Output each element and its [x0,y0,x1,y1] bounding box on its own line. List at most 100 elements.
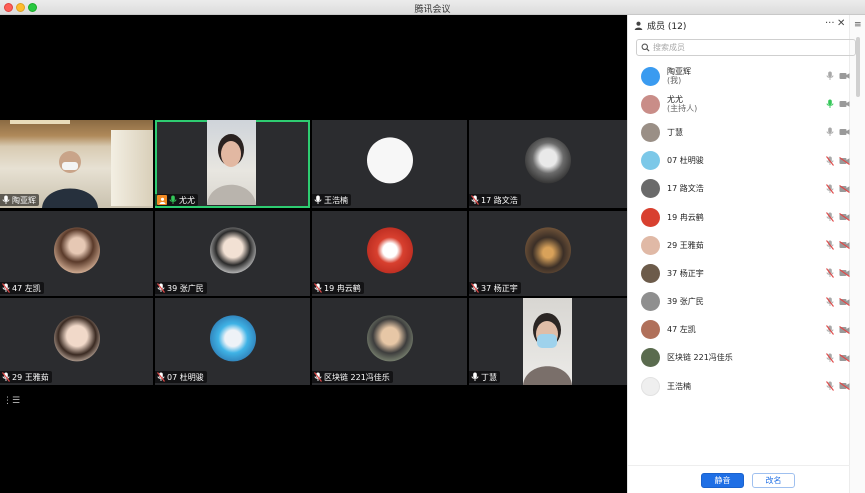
menu-icon[interactable]: ≡ [854,20,862,30]
tile-name-label: 19 冉云鹤 [312,282,364,294]
microphone-icon[interactable] [826,324,834,338]
more-options-icon[interactable]: ··· [825,18,835,29]
member-list-item[interactable]: 尤尤 (主持人) [628,90,850,118]
camera-icon[interactable] [839,72,850,83]
video-tile[interactable]: 19 冉云鹤 [312,211,467,296]
member-list-item[interactable]: 37 杨正宇 [628,259,850,287]
avatar [641,376,660,396]
member-list-item[interactable]: 区块链 221冯佳乐 [628,344,850,372]
microphone-icon [314,372,322,382]
member-list-item[interactable]: 19 冉云鹤 [628,203,850,231]
avatar [641,66,660,86]
microphone-icon [2,195,10,205]
member-list-item[interactable]: 王浩楠 [628,372,850,400]
microphone-icon[interactable] [826,155,834,169]
member-search[interactable] [636,39,856,56]
camera-icon[interactable] [839,128,850,139]
camera-icon[interactable] [839,297,850,309]
participant-avatar [366,314,413,361]
participant-name: 区块链 221冯佳乐 [324,372,390,382]
member-list-item[interactable]: 丁慧 [628,118,850,146]
avatar [641,320,660,340]
participant-name: 尤尤 [179,195,195,205]
member-name: 37 杨正宇 [667,268,704,278]
panel-title: 成员 (12) [647,21,687,32]
video-tile[interactable]: 丁慧 [469,298,627,385]
avatar [641,292,660,312]
layout-menu-icon[interactable]: ⋮☰ [3,396,20,406]
microphone-icon[interactable] [826,127,834,140]
microphone-icon[interactable] [826,71,834,84]
video-tile[interactable]: 39 张广民 [155,211,310,296]
camera-icon[interactable] [839,184,850,196]
member-name: 丁慧 [667,127,683,137]
video-tile[interactable]: 区块链 221冯佳乐 [312,298,467,385]
member-name: 王浩楠 [667,381,691,391]
participant-name: 19 冉云鹤 [324,283,361,293]
search-input[interactable] [653,43,843,52]
title-bar: 腾讯会议 [0,0,865,15]
member-list-item[interactable]: 29 王雅茹 [628,231,850,259]
participant-avatar [525,137,571,184]
participant-name: 17 路文浩 [481,195,518,205]
close-panel-icon[interactable]: ✕ [837,18,845,29]
camera-icon[interactable] [839,382,850,393]
microphone-icon[interactable] [826,353,834,366]
scrollbar[interactable] [856,37,860,97]
participant-name: 王浩楠 [324,195,348,205]
member-list-item[interactable]: 17 路文浩 [628,175,850,203]
member-list-item[interactable]: 陶亚辉 (我) [628,62,850,90]
member-list-item[interactable]: 07 杜明骏 [628,147,850,175]
microphone-icon [471,372,479,382]
video-tile[interactable]: 37 杨正宇 [469,211,627,296]
video-tile[interactable]: 陶亚辉 [0,120,153,208]
member-name: 19 冉云鹤 [667,212,704,222]
rename-button[interactable]: 改名 [752,473,795,488]
member-name: 07 杜明骏 [667,156,704,166]
video-tile[interactable]: 17 路文浩 [469,120,627,208]
member-name: 29 王雅茹 [667,240,704,250]
microphone-icon[interactable] [826,183,834,197]
camera-icon[interactable] [839,212,850,224]
participant-avatar [366,137,413,184]
participant-avatar [525,226,571,273]
video-tile[interactable]: 07 杜明骏 [155,298,310,385]
member-list-item[interactable]: 47 左凯 [628,316,850,344]
avatar [641,263,660,283]
tile-name-label: 07 杜明骏 [155,371,207,383]
microphone-icon[interactable] [826,99,834,112]
window-title: 腾讯会议 [414,5,451,15]
video-tile[interactable]: 尤尤 [155,120,310,208]
camera-icon[interactable] [839,100,850,111]
participant-video [42,151,98,208]
microphone-icon[interactable] [826,381,834,394]
video-tile[interactable]: 29 王雅茹 [0,298,153,385]
member-name: 47 左凯 [667,325,696,335]
mute-all-button[interactable]: 静音 [701,473,744,488]
tile-name-label: 王浩楠 [312,194,351,206]
tile-name-label: 17 路文浩 [469,194,521,206]
avatar [641,235,660,255]
video-grid: 陶亚辉 尤尤 王浩楠 17 路文浩 47 左凯 39 张广民 19 冉云鹤 37 杨正宇 29 … [0,120,627,400]
avatar [641,207,660,227]
panel-header: 成员 (12) ··· ✕ [628,15,850,35]
camera-icon[interactable] [839,156,850,168]
camera-icon[interactable] [839,241,850,252]
microphone-icon[interactable] [826,212,834,225]
participant-name: 39 张广民 [167,283,204,293]
tile-name-label: 丁慧 [469,371,500,383]
microphone-icon[interactable] [826,240,834,253]
microphone-icon [2,372,10,382]
microphone-icon [471,283,479,293]
camera-icon[interactable] [839,269,850,280]
camera-icon[interactable] [839,353,850,365]
video-tile[interactable]: 王浩楠 [312,120,467,208]
video-tile[interactable]: 47 左凯 [0,211,153,296]
microphone-icon [2,283,10,293]
microphone-icon[interactable] [826,268,834,281]
microphone-icon[interactable] [826,296,834,310]
avatar [641,94,660,114]
camera-icon[interactable] [839,325,850,337]
member-list-item[interactable]: 39 张广民 [628,288,850,316]
member-name: 17 路文浩 [667,184,704,194]
